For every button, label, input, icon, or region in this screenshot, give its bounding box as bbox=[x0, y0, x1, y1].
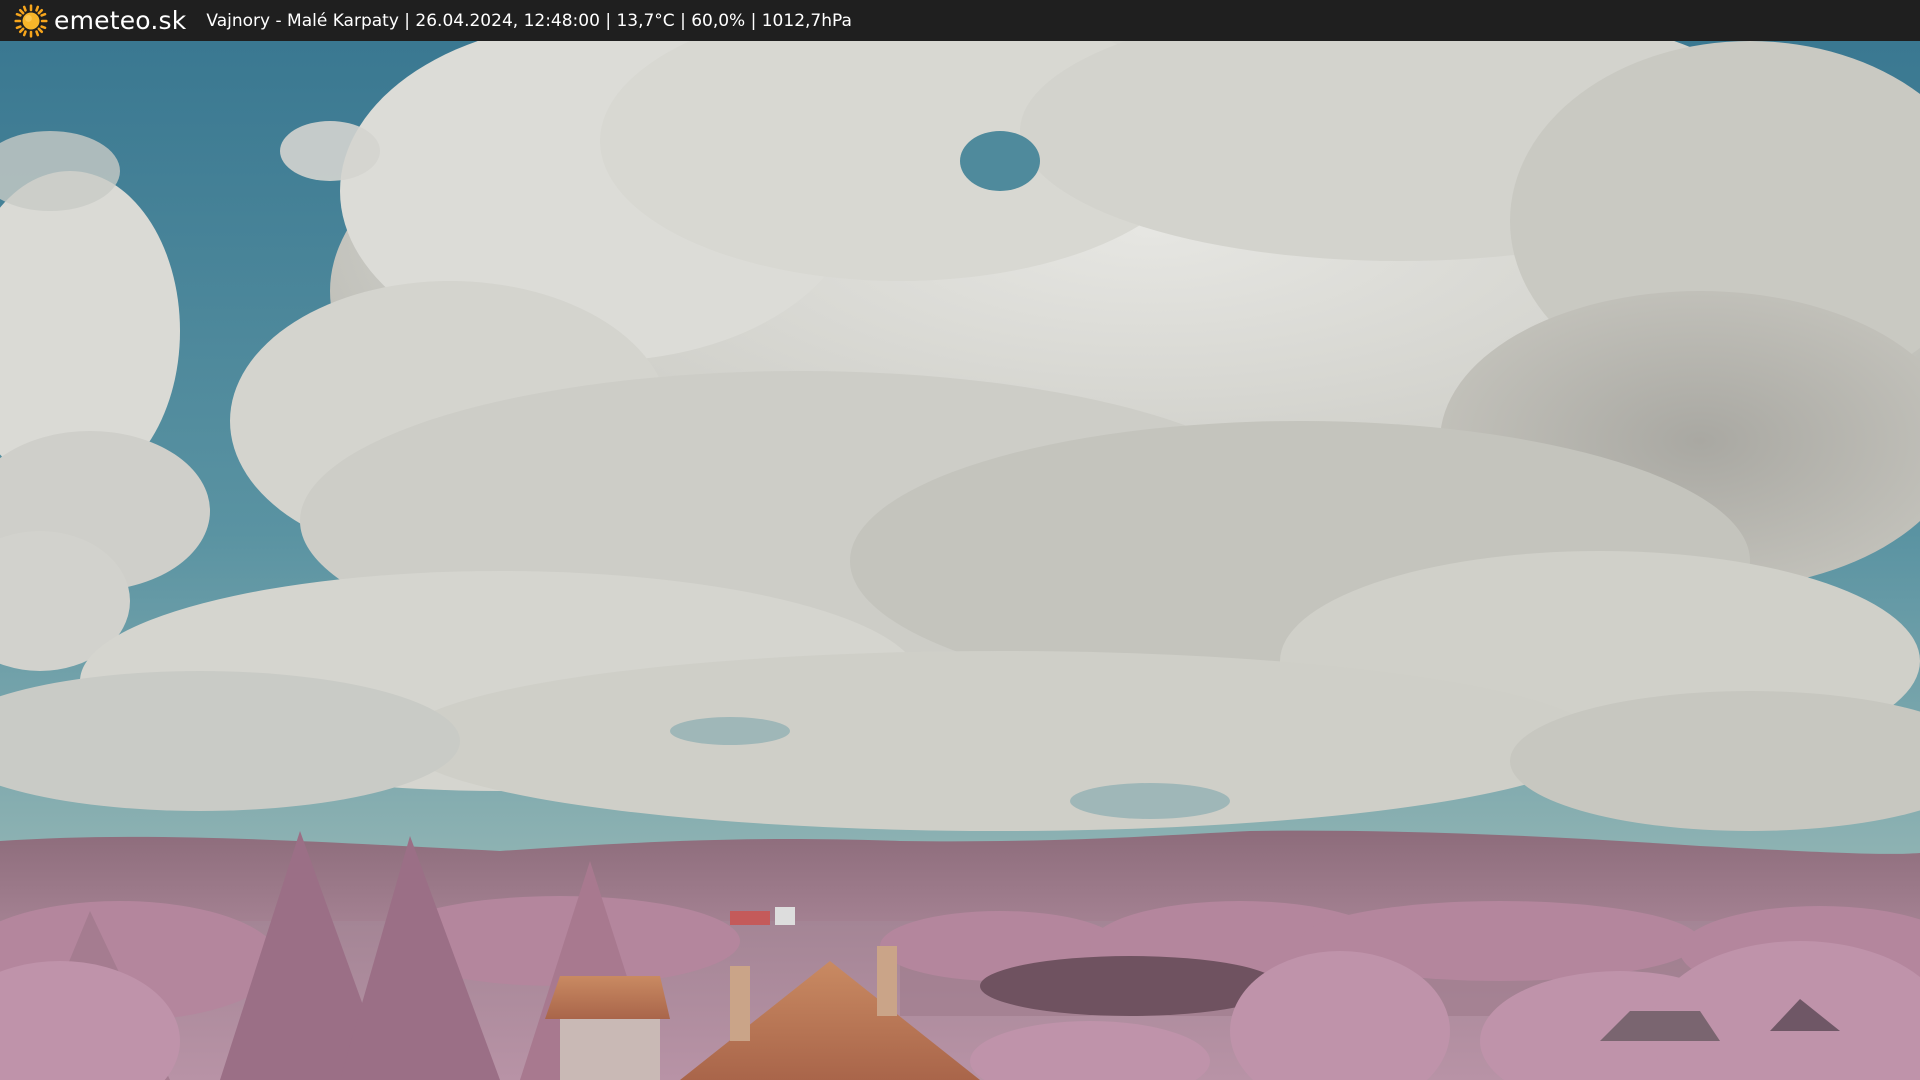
webcam-frame: emeteo.sk Vajnory - Malé Karpaty | 26.04… bbox=[0, 0, 1920, 1080]
site-brand: emeteo.sk bbox=[54, 6, 187, 35]
station-caption: Vajnory - Malé Karpaty | 26.04.2024, 12:… bbox=[206, 10, 852, 31]
site-logo[interactable]: emeteo.sk bbox=[14, 3, 187, 38]
webcam-image bbox=[0, 41, 1920, 1080]
house-left bbox=[545, 976, 670, 1080]
webcam-info-bar: emeteo.sk Vajnory - Malé Karpaty | 26.04… bbox=[0, 0, 1920, 41]
sun-icon bbox=[14, 3, 48, 38]
cloud-layer bbox=[0, 41, 1920, 831]
